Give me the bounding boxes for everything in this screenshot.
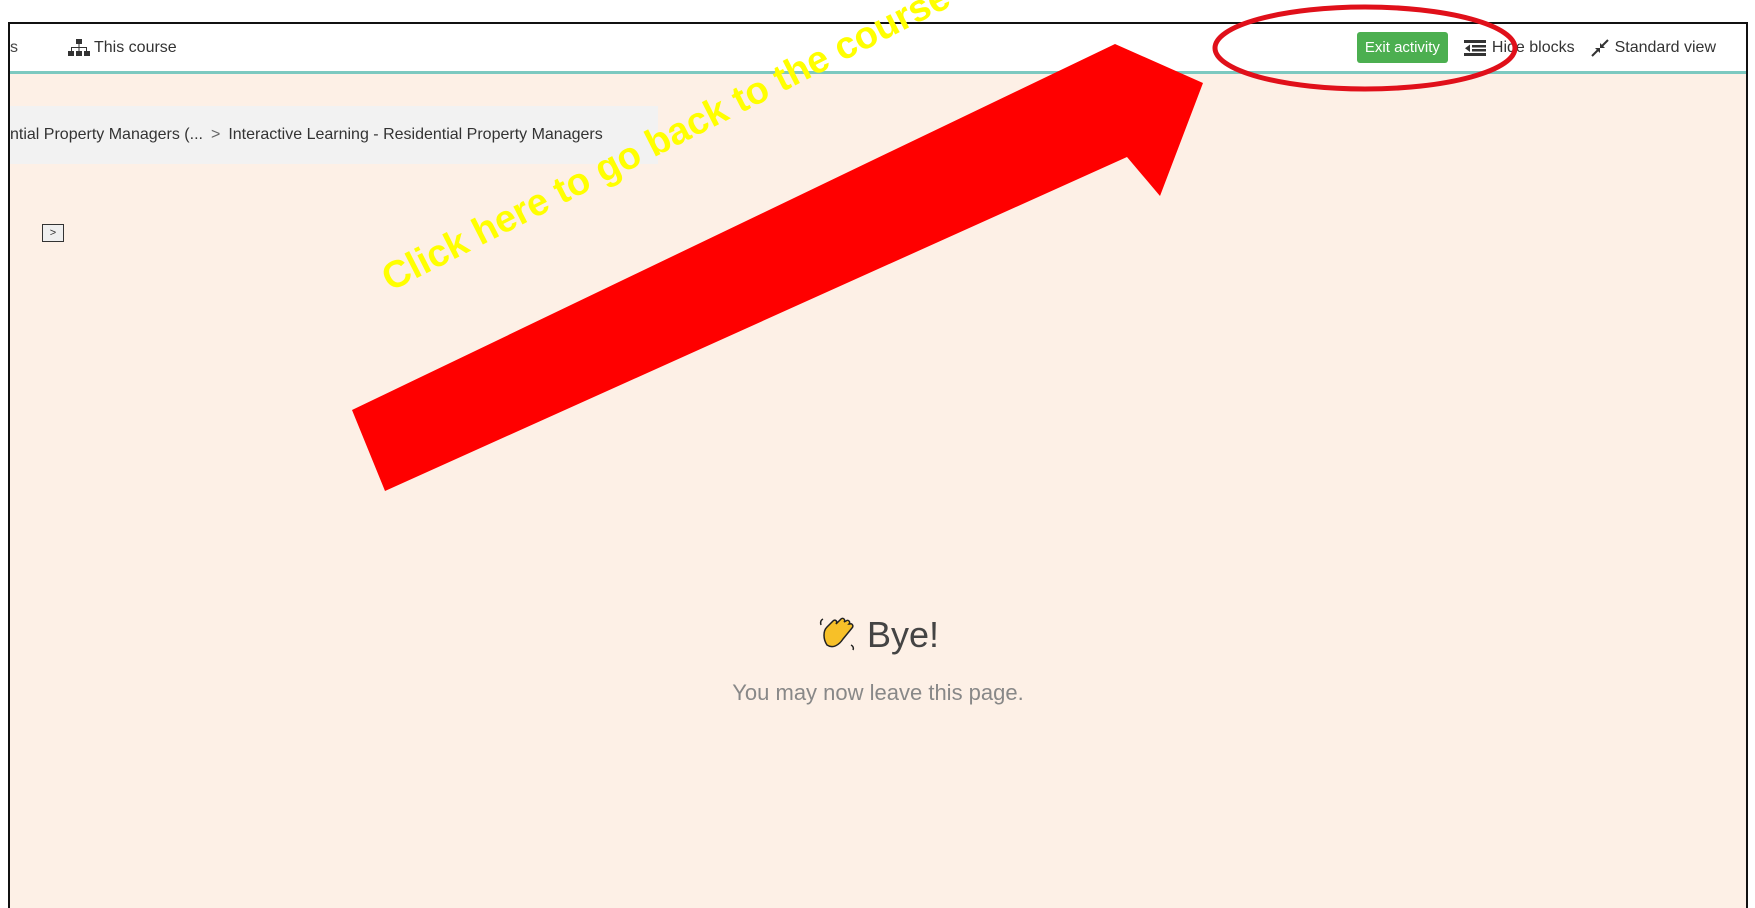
browser-frame: s This course Exit activity Hide blocks … xyxy=(8,22,1748,908)
hide-blocks-icon xyxy=(1463,39,1486,56)
exit-activity-button[interactable]: Exit activity xyxy=(1356,32,1448,63)
nav-right: Exit activity Hide blocks Standard view xyxy=(1356,24,1716,71)
breadcrumb: ntial Property Managers (... > Interacti… xyxy=(10,106,658,164)
goodbye-subtitle: You may now leave this page. xyxy=(732,680,1024,705)
nav-left: s This course xyxy=(10,24,177,71)
this-course-link[interactable]: This course xyxy=(68,38,177,57)
top-navbar: s This course Exit activity Hide blocks … xyxy=(10,24,1746,74)
compress-icon xyxy=(1590,38,1609,57)
goodbye-title: Bye! xyxy=(866,614,940,655)
hide-blocks-label: Hide blocks xyxy=(1491,38,1575,56)
standard-view-button[interactable]: Standard view xyxy=(1590,38,1716,57)
goodbye-heading: Bye! xyxy=(817,614,939,656)
goodbye-panel: Bye! You may now leave this page. xyxy=(10,614,1746,706)
this-course-label: This course xyxy=(94,38,177,56)
breadcrumb-item-activity[interactable]: Interactive Learning - Residential Prope… xyxy=(228,126,602,144)
expand-drawer-button[interactable]: > xyxy=(42,224,64,242)
standard-view-label: Standard view xyxy=(1614,38,1716,56)
breadcrumb-item-course[interactable]: ntial Property Managers (... xyxy=(10,126,203,144)
sitemap-icon xyxy=(68,38,90,56)
waving-hand-icon xyxy=(819,617,855,651)
breadcrumb-separator: > xyxy=(210,126,221,143)
nav-item-truncated[interactable]: s xyxy=(10,39,18,57)
hide-blocks-button[interactable]: Hide blocks xyxy=(1463,38,1575,57)
